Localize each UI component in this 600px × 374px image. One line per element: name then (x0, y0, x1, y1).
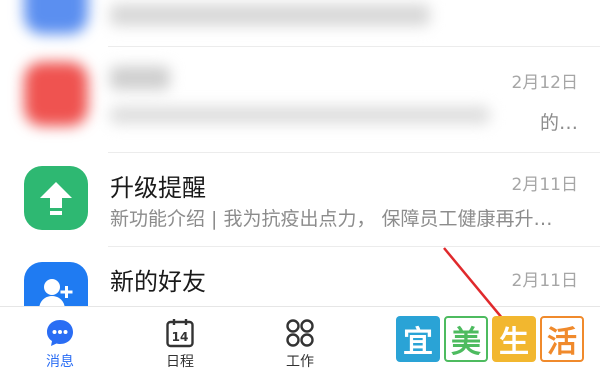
watermark-char: 生 (492, 316, 536, 362)
watermark-char: 美 (444, 316, 488, 362)
watermark-char: 活 (540, 316, 584, 362)
watermark-logo: 宜 美 生 活 (396, 316, 586, 362)
watermark-char: 宜 (396, 316, 440, 362)
